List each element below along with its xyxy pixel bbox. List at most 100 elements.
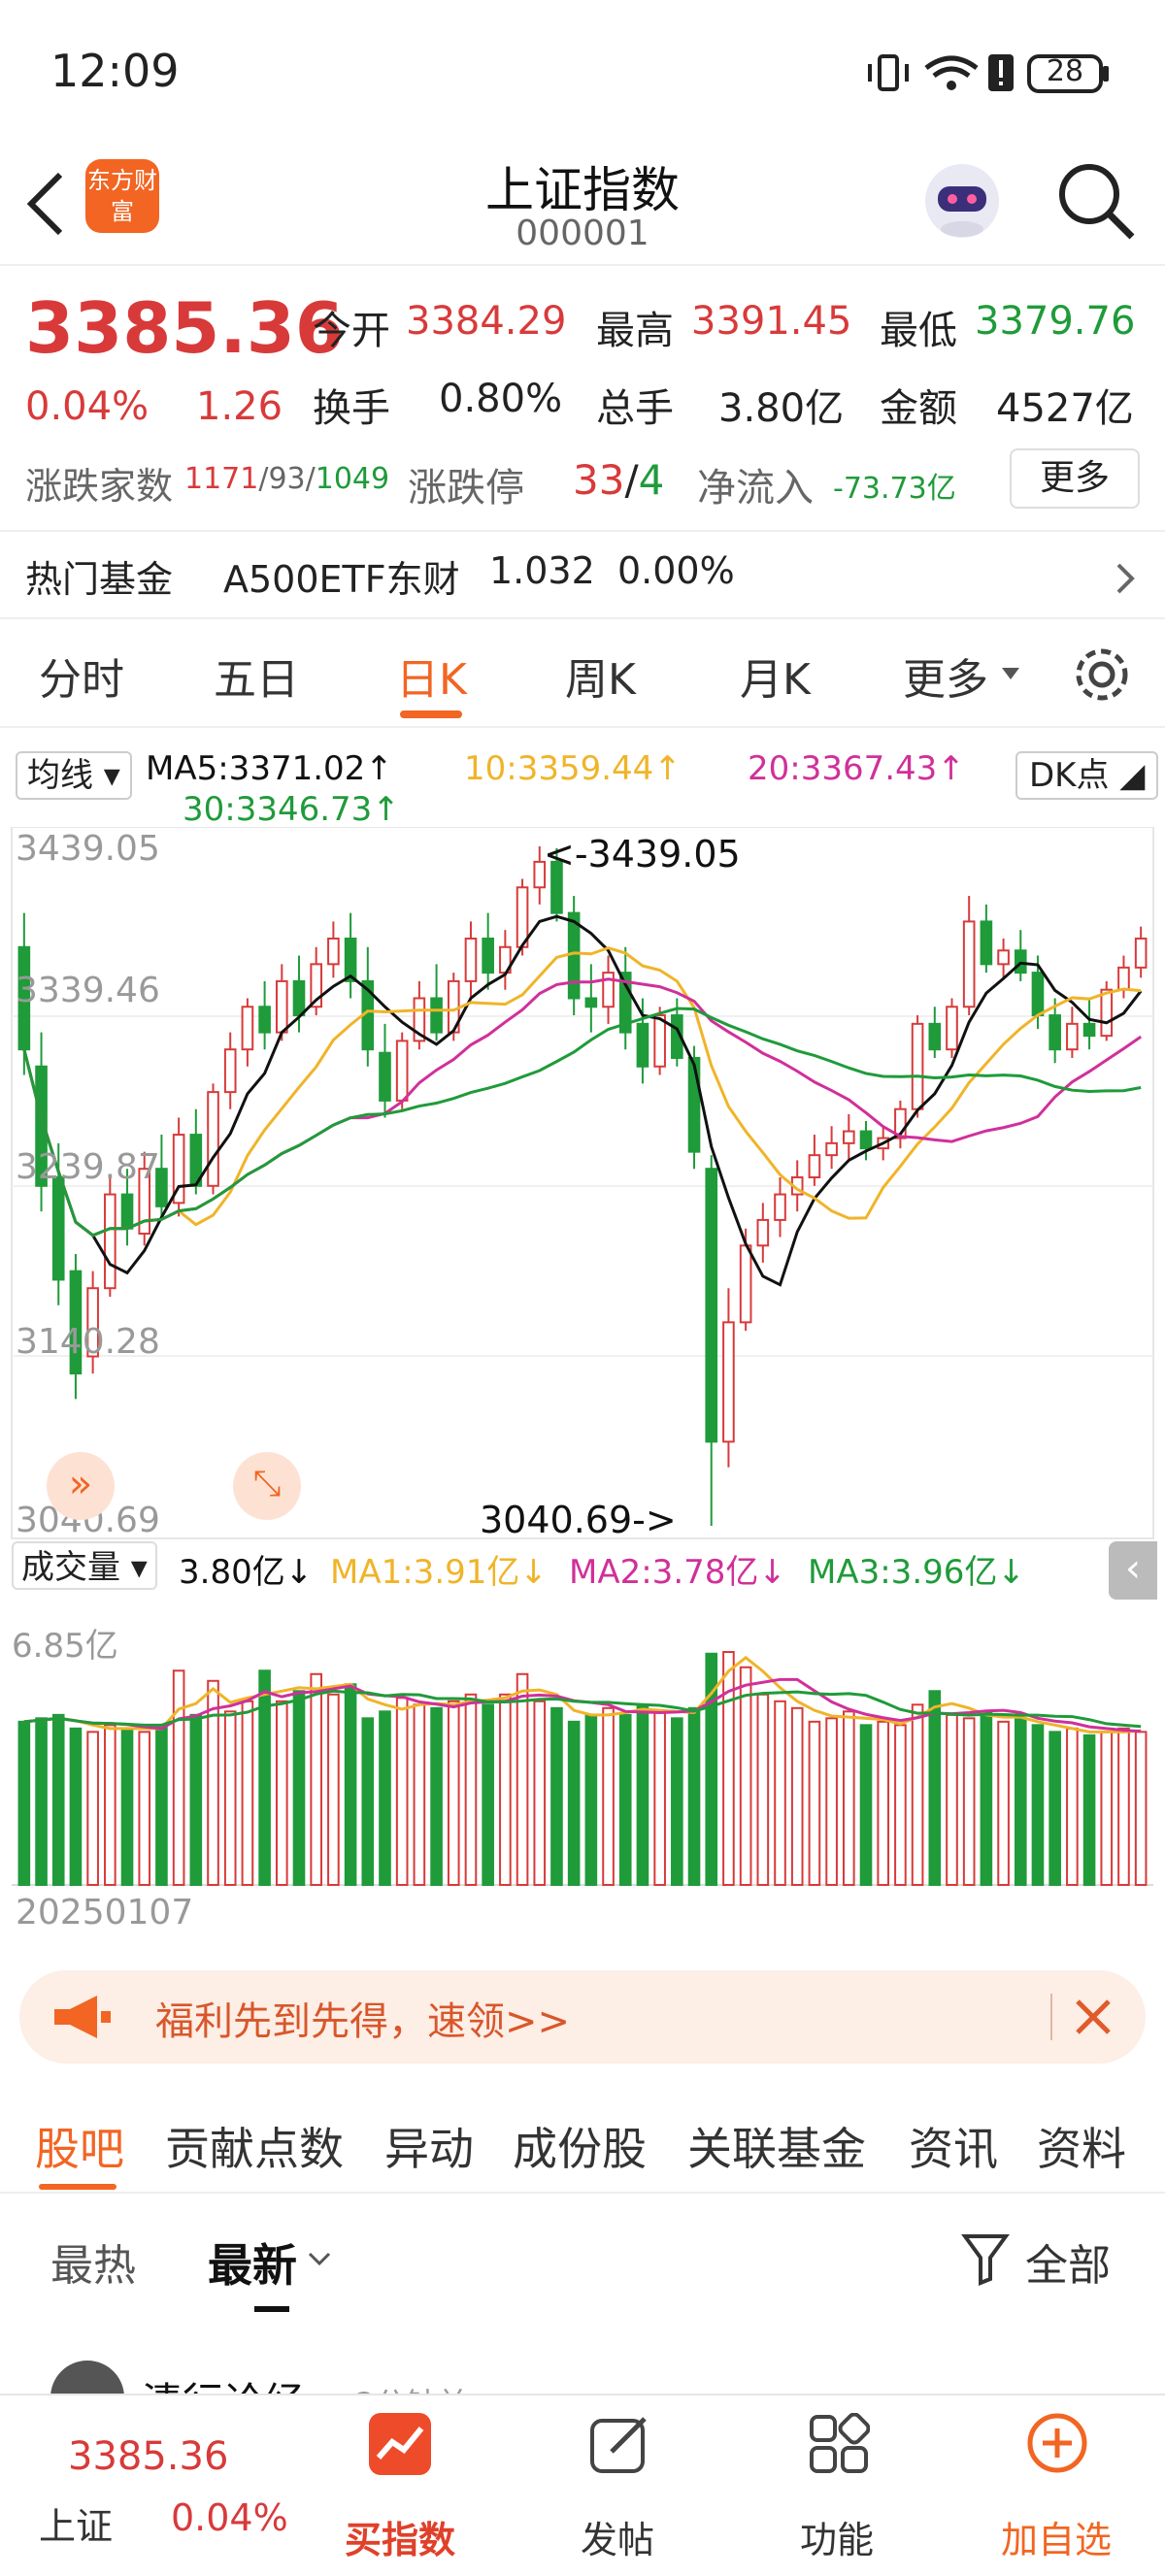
limit-separator: / (624, 456, 639, 504)
tab-related-funds[interactable]: 关联基金 (687, 2114, 866, 2178)
status-bar: 12:09 28 (0, 0, 1165, 146)
candle (241, 1006, 254, 1051)
promo-text[interactable]: 福利先到先得，速领>> (155, 1990, 570, 2046)
volume-bar (516, 1672, 529, 1887)
volume-bar (687, 1706, 701, 1887)
candle (327, 937, 340, 966)
volume-bar (567, 1720, 581, 1887)
volume-bar (120, 1727, 134, 1886)
candle (379, 1051, 391, 1102)
volume-bar (756, 1693, 770, 1886)
period-tabs: 分时 五日 日K 周K 月K 更多 (0, 621, 1165, 728)
kline-svg[interactable] (0, 827, 1165, 1941)
limit-up: 33 (573, 456, 625, 504)
volume-bar (482, 1703, 494, 1887)
volume-bar (894, 1724, 907, 1887)
tab-news[interactable]: 资讯 (909, 2114, 998, 2178)
fullscreen-icon[interactable]: ⤡ (233, 1452, 301, 1520)
tab-daily-k[interactable]: 日K (396, 644, 467, 707)
candle (653, 1014, 666, 1068)
candle (1066, 1022, 1079, 1051)
turnover-value: 0.80% (439, 377, 563, 421)
sort-hot[interactable]: 最热 (50, 2230, 136, 2293)
candle (104, 1193, 116, 1290)
candle (756, 1218, 770, 1247)
low-value: 3379.76 (975, 299, 1136, 344)
buy-index-label: 买指数 (344, 2519, 455, 2561)
tab-weekly-k[interactable]: 周K (565, 644, 636, 707)
dk-button[interactable]: DK点 ◢ (1015, 751, 1159, 800)
close-icon[interactable] (1072, 1996, 1115, 2038)
tab-profile[interactable]: 资料 (1037, 2114, 1126, 2178)
post-label: 发帖 (580, 2519, 654, 2561)
volume-bar (327, 1693, 340, 1886)
grid-icon (810, 2413, 870, 2473)
sort-newest[interactable]: 最新 (208, 2230, 297, 2295)
high-value: 3391.45 (691, 299, 852, 344)
functions-button[interactable]: 功能 (740, 2395, 934, 2576)
fund-name[interactable]: A500ETF东财 (223, 549, 460, 603)
volume-bar (1134, 1731, 1148, 1886)
tab-constituents[interactable]: 成份股 (513, 2114, 647, 2178)
candle (1082, 1022, 1096, 1038)
ma-selector[interactable]: 均线 ▾ (16, 751, 132, 800)
volume-bar (602, 1706, 615, 1887)
volume-bar (859, 1724, 873, 1887)
search-icon[interactable] (1054, 159, 1138, 243)
chevron-right-icon[interactable] (1113, 559, 1138, 598)
volume-bar (997, 1720, 1010, 1887)
amount-label: 金额 (880, 386, 957, 431)
volume-bar (17, 1720, 31, 1887)
bottom-bar: 3385.36 上证 0.04% 买指数 发帖 功能 加自选 (0, 2394, 1165, 2574)
candle (997, 949, 1010, 966)
volume-bar (241, 1700, 254, 1886)
candle (722, 1321, 735, 1443)
tab-monthly-k[interactable]: 月K (740, 644, 811, 707)
volume-bar (1100, 1731, 1114, 1886)
volume-bar (86, 1731, 99, 1886)
add-watchlist-button[interactable]: 加自选 (959, 2395, 1153, 2576)
netflow-value: -73.73亿 (833, 472, 956, 506)
mini-quote[interactable]: 3385.36 上证 0.04% (0, 2395, 291, 2576)
chevron-down-icon (308, 2252, 331, 2266)
tab-contribution[interactable]: 贡献点数 (165, 2114, 344, 2178)
candle (1048, 1014, 1061, 1051)
high-label: 最高 (596, 309, 674, 353)
settings-icon[interactable] (1070, 643, 1134, 707)
more-button[interactable]: 更多 (1010, 448, 1140, 509)
volume-bar (790, 1706, 804, 1887)
candle (636, 1022, 649, 1068)
candle (687, 1056, 701, 1153)
tab-more[interactable]: 更多 (903, 644, 988, 707)
sim-alert-icon (988, 54, 1014, 91)
candle (51, 1175, 65, 1281)
volume-bar (584, 1713, 598, 1886)
indicator-selector[interactable]: 成交量 ▾ (12, 1541, 157, 1590)
volume-bar (533, 1700, 547, 1886)
volume-current: 3.80亿↓ (179, 1553, 314, 1592)
promo-banner[interactable]: 福利先到先得，速领>> (19, 1970, 1146, 2064)
tab-intraday[interactable]: 分时 (39, 644, 124, 707)
mini-pct: 0.04% (171, 2496, 288, 2539)
tab-movers[interactable]: 异动 (384, 2114, 474, 2178)
volume-bar (1082, 1734, 1096, 1886)
volume-bar (155, 1724, 168, 1887)
tab-five-day[interactable]: 五日 (214, 644, 299, 707)
expand-left-icon[interactable]: » (47, 1452, 115, 1520)
candle (1031, 972, 1045, 1017)
volume-bar (1031, 1724, 1045, 1887)
vol-ma3: MA3:3.96亿↓ (808, 1553, 1025, 1592)
filter-icon[interactable] (961, 2232, 1010, 2287)
post-button[interactable]: 发帖 (520, 2395, 715, 2576)
add-circle-icon (1027, 2413, 1087, 2473)
ma30-label: 30:3346.73↑ (183, 790, 400, 829)
tab-forum[interactable]: 股吧 (35, 2114, 124, 2178)
collapse-panel-icon[interactable]: ‹ (1109, 1541, 1157, 1600)
candle (395, 1040, 409, 1102)
functions-label: 功能 (799, 2519, 874, 2561)
robot-assistant-icon[interactable] (918, 157, 1006, 245)
app-header: 东方财富 上证指数 000001 (0, 146, 1165, 266)
filter-all[interactable]: 全部 (1025, 2230, 1111, 2293)
buy-index-button[interactable]: 买指数 (303, 2395, 497, 2576)
volume-bar (447, 1700, 460, 1886)
